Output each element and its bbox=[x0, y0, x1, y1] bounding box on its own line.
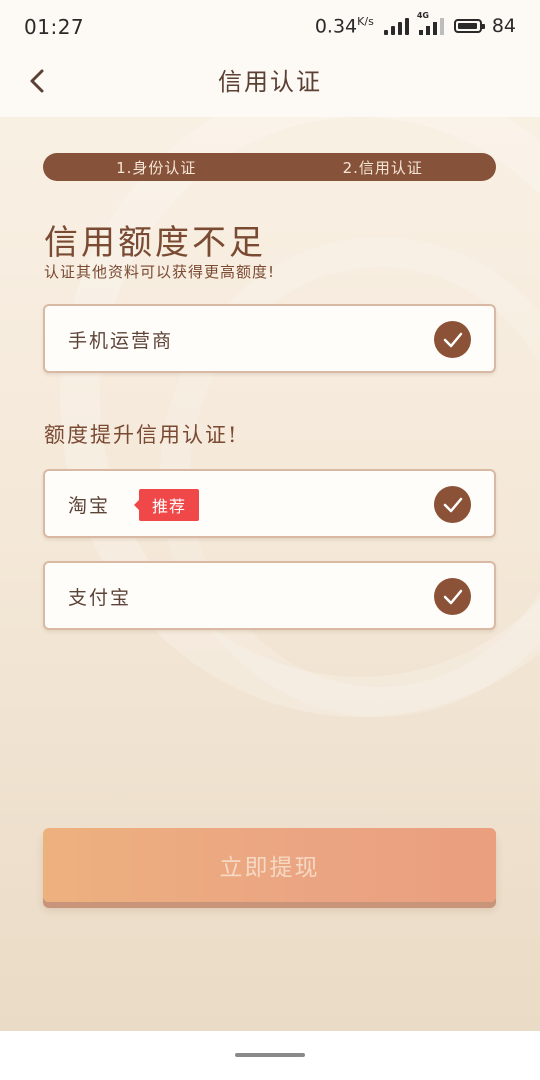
recommended-badge: 推荐 bbox=[133, 489, 200, 521]
page-title: 信用认证 bbox=[218, 68, 322, 96]
check-icon bbox=[434, 578, 471, 615]
step-credit: 2.信用认证 bbox=[342, 158, 423, 177]
taobao-item[interactable]: 淘宝 推荐 bbox=[43, 469, 496, 538]
credit-subheading: 认证其他资料可以获得更高额度! bbox=[44, 263, 276, 281]
check-icon bbox=[434, 486, 471, 523]
alipay-label: 支付宝 bbox=[68, 587, 132, 609]
network-speed: 0.34K/s bbox=[314, 15, 374, 38]
check-icon bbox=[434, 321, 471, 358]
app-screen: 01:27 0.34K/s 4G 84 信用认证 1.身份认证 2.信用认证 信… bbox=[0, 0, 540, 1080]
status-indicators: 0.34K/s 4G 84 bbox=[314, 11, 516, 38]
alipay-item[interactable]: 支付宝 bbox=[43, 561, 496, 630]
battery-level: 84 bbox=[491, 15, 516, 38]
step-identity: 1.身份认证 bbox=[116, 158, 197, 177]
top-bar: 01:27 0.34K/s 4G 84 信用认证 bbox=[0, 0, 540, 117]
signal-4g-icon: 4G bbox=[417, 11, 444, 36]
mobile-carrier-item[interactable]: 手机运营商 bbox=[43, 304, 496, 373]
system-nav-bar bbox=[0, 1031, 540, 1080]
upgrade-section-title: 额度提升信用认证! bbox=[44, 423, 239, 447]
mobile-carrier-label: 手机运营商 bbox=[68, 330, 174, 352]
credit-heading: 信用额度不足 bbox=[44, 223, 266, 263]
signal-icon bbox=[383, 17, 409, 36]
status-time: 01:27 bbox=[24, 15, 85, 39]
withdraw-button[interactable]: 立即提现 bbox=[43, 828, 496, 902]
taobao-label: 淘宝 bbox=[68, 495, 111, 517]
progress-steps: 1.身份认证 2.信用认证 bbox=[43, 153, 496, 181]
home-indicator[interactable] bbox=[235, 1053, 305, 1057]
battery-icon bbox=[453, 19, 485, 34]
main-content: 1.身份认证 2.信用认证 信用额度不足 认证其他资料可以获得更高额度! 手机运… bbox=[0, 117, 540, 1031]
